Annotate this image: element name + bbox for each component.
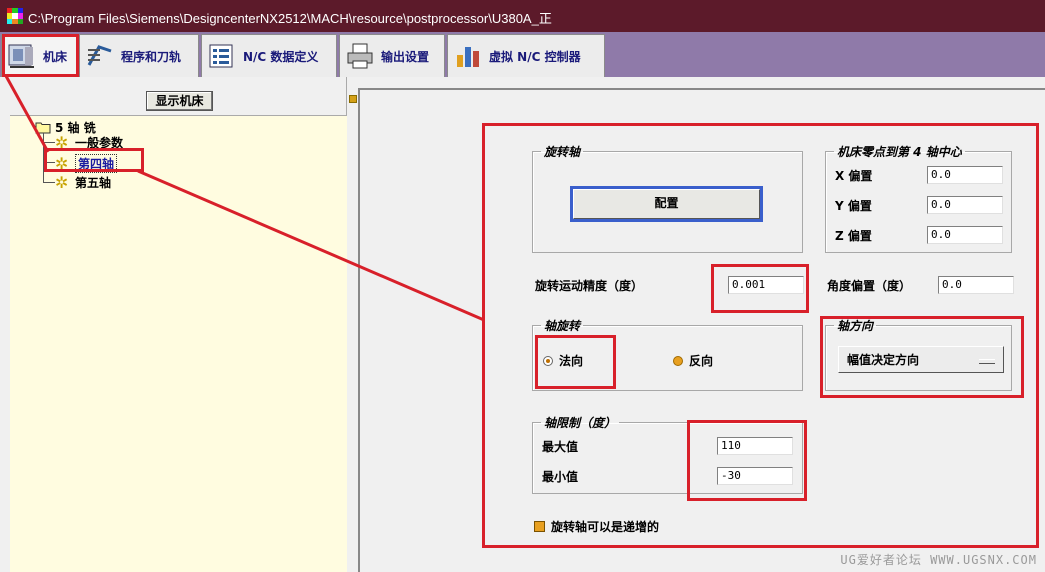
axis-rotation-legend: 轴旋转 — [544, 319, 581, 333]
gear-icon: ✲ — [55, 132, 69, 152]
min-limit-label: 最小值 — [542, 470, 579, 484]
axis-direction-legend: 轴方向 — [837, 319, 874, 333]
tree-item-label: 第四轴 — [75, 154, 118, 173]
tree-item-general-params[interactable]: ✲ 一般参数 — [55, 134, 123, 151]
reverse-radio-label: 反向 — [689, 354, 714, 368]
max-limit-field[interactable]: 110 — [717, 437, 793, 455]
tab-label: N/C 数据定义 — [243, 49, 319, 64]
resolution-label: 旋转运动精度（度） — [535, 279, 644, 293]
tab-strip: 机床 程序和刀轨 N/C 数据定义 输出设置 虚拟 N/C 控制器 — [0, 32, 1045, 77]
radio-unselected-icon — [673, 355, 683, 366]
normal-radio[interactable]: 法向 — [543, 352, 583, 369]
x-offset-field[interactable]: 0.0 — [927, 166, 1003, 184]
y-offset-field[interactable]: 0.0 — [927, 196, 1003, 214]
axis-limits-legend: 轴限制（度） — [544, 416, 617, 430]
tab-program-toolpath[interactable]: 程序和刀轨 — [79, 34, 199, 77]
left-panel: 显示机床 5 轴 铣 ✲ 一般参数 ✲ 第四轴 ✲ 第五轴 — [0, 77, 347, 572]
config-button[interactable]: 配置 — [573, 189, 760, 219]
axis-direction-value: 幅值决定方向 — [847, 353, 920, 367]
angle-offset-field[interactable]: 0.0 — [938, 276, 1014, 294]
tree-item-label: 一般参数 — [75, 136, 124, 150]
option-menu-indicator-icon — [979, 359, 995, 364]
virtual-controller-icon — [457, 47, 479, 67]
checkbox-checked-icon — [534, 521, 545, 532]
zero-offset-legend: 机床零点到第 4 轴中心 — [837, 145, 962, 159]
tab-label: 虚拟 N/C 控制器 — [489, 49, 581, 64]
radio-selected-icon — [543, 355, 553, 366]
tab-label: 输出设置 — [381, 49, 430, 64]
gear-icon: ✲ — [55, 172, 69, 192]
tab-output-settings[interactable]: 输出设置 — [339, 34, 445, 77]
max-limit-label: 最大值 — [542, 440, 579, 454]
tree-item-label: 第五轴 — [75, 176, 112, 190]
title-bar: C:\Program Files\Siemens\DesigncenterNX2… — [0, 0, 1045, 32]
z-offset-field[interactable]: 0.0 — [927, 226, 1003, 244]
tab-virtual-nc-controller[interactable]: 虚拟 N/C 控制器 — [447, 34, 605, 77]
incremental-checkbox[interactable]: 旋转轴可以是递增的 — [534, 518, 659, 535]
printer-icon — [347, 43, 373, 69]
reverse-radio[interactable]: 反向 — [673, 352, 713, 369]
x-offset-label: X 偏置 — [835, 169, 873, 183]
program-toolpath-icon — [87, 45, 112, 66]
y-offset-label: Y 偏置 — [835, 199, 872, 213]
angle-offset-label: 角度偏置（度） — [827, 279, 912, 293]
axis-direction-dropdown[interactable]: 幅值决定方向 — [838, 346, 1004, 373]
app-icon — [7, 8, 23, 24]
z-offset-label: Z 偏置 — [835, 229, 872, 243]
normal-radio-label: 法向 — [559, 354, 584, 368]
window-title: C:\Program Files\Siemens\DesigncenterNX2… — [28, 11, 552, 26]
show-machine-button[interactable]: 显示机床 — [146, 91, 213, 111]
tab-label: 机床 — [43, 49, 68, 64]
machine-tree: 5 轴 铣 ✲ 一般参数 ✲ 第四轴 ✲ 第五轴 — [10, 115, 347, 572]
splitter-handle[interactable] — [349, 95, 357, 103]
tree-item-fourth-axis[interactable]: ✲ 第四轴 — [55, 153, 118, 173]
min-limit-field[interactable]: -30 — [717, 467, 793, 485]
gear-icon: ✲ — [55, 153, 69, 173]
incremental-label: 旋转轴可以是递增的 — [551, 520, 660, 534]
rotary-axis-legend: 旋转轴 — [544, 145, 581, 159]
tab-machine[interactable]: 机床 — [1, 34, 77, 77]
config-button-frame: 配置 — [570, 186, 763, 222]
watermark: UG爱好者论坛 WWW.UGSNX.COM — [840, 553, 1037, 567]
nc-data-icon — [209, 44, 233, 68]
tab-nc-data[interactable]: N/C 数据定义 — [201, 34, 337, 77]
resolution-field[interactable]: 0.001 — [728, 276, 804, 294]
tree-item-fifth-axis[interactable]: ✲ 第五轴 — [55, 174, 111, 191]
tab-label: 程序和刀轨 — [121, 49, 182, 64]
machine-icon — [8, 44, 34, 68]
